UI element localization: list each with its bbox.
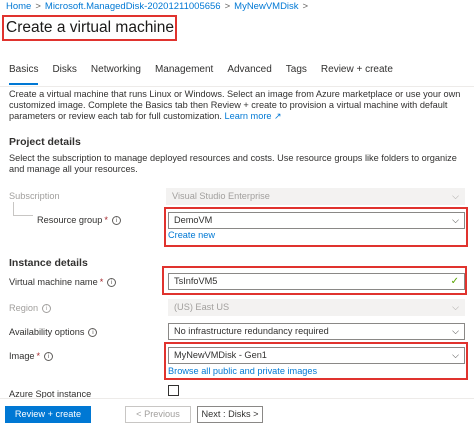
breadcrumb-separator: > <box>302 1 309 12</box>
external-link-icon: ↗ <box>274 111 282 122</box>
availability-select[interactable]: No infrastructure redundancy required ⌵ <box>168 323 465 340</box>
region-label-text: Region <box>9 303 39 313</box>
project-details-title: Project details <box>9 136 81 148</box>
subscription-label: Subscription <box>9 191 60 201</box>
tab-bar: Basics Disks Networking Management Advan… <box>9 63 407 87</box>
tab-management[interactable]: Management <box>155 63 213 85</box>
chevron-down-icon: ⌵ <box>452 302 459 312</box>
tab-basics[interactable]: Basics <box>9 63 39 85</box>
footer-divider <box>0 398 474 399</box>
review-create-button[interactable]: Review + create <box>5 406 91 423</box>
availability-value: No infrastructure redundancy required <box>174 326 329 336</box>
tab-disks[interactable]: Disks <box>52 63 76 85</box>
next-disks-button[interactable]: Next : Disks > <box>197 406 263 423</box>
page-title: Create a virtual machine <box>6 19 174 36</box>
region-select: (US) East US ⌵ <box>168 299 465 316</box>
info-icon[interactable]: i <box>88 328 98 338</box>
chevron-down-icon: ⌵ <box>452 326 459 336</box>
vm-name-highlight-box <box>162 266 467 295</box>
learn-more-link[interactable]: Learn more ↗ <box>225 111 282 121</box>
tab-advanced[interactable]: Advanced <box>227 63 271 85</box>
subscription-select: Visual Studio Enterprise ⌵ <box>166 188 465 205</box>
vm-name-label-text: Virtual machine name <box>9 277 98 287</box>
previous-button[interactable]: < Previous <box>125 406 191 423</box>
required-marker: * <box>36 351 41 361</box>
breadcrumb-home-link[interactable]: Home <box>6 1 31 12</box>
image-label: Image * i <box>9 351 54 362</box>
breadcrumb-disk-link[interactable]: Microsoft.ManagedDisk-20201211005656 <box>45 1 221 12</box>
tab-review-create[interactable]: Review + create <box>321 63 393 85</box>
instance-details-title: Instance details <box>9 257 88 269</box>
tab-networking[interactable]: Networking <box>91 63 141 85</box>
availability-label-text: Availability options <box>9 327 85 337</box>
breadcrumb-separator: > <box>35 1 41 12</box>
image-highlight-box <box>164 342 468 380</box>
resource-group-label: Resource group * i <box>37 215 121 226</box>
intro-description: Create a virtual machine that runs Linux… <box>9 89 469 123</box>
resource-group-highlight-box <box>164 207 468 247</box>
info-icon[interactable]: i <box>111 216 121 226</box>
info-icon[interactable]: i <box>44 352 54 362</box>
image-label-text: Image <box>9 351 35 361</box>
breadcrumb: Home > Microsoft.ManagedDisk-2020121100565… <box>6 1 312 12</box>
tab-tags[interactable]: Tags <box>286 63 307 85</box>
spot-instance-checkbox[interactable] <box>168 385 179 396</box>
required-marker: * <box>104 215 108 225</box>
availability-label: Availability options i <box>9 327 98 338</box>
region-label: Region i <box>9 303 52 314</box>
subscription-value: Visual Studio Enterprise <box>172 191 270 201</box>
breadcrumb-separator: > <box>224 1 231 12</box>
tree-connector <box>13 202 33 216</box>
tabs-divider <box>0 86 474 87</box>
required-marker: * <box>99 277 104 287</box>
breadcrumb-vmdisk-link[interactable]: MyNewVMDisk <box>234 1 298 12</box>
resource-group-label-text: Resource group <box>37 215 103 225</box>
region-value: (US) East US <box>174 302 230 312</box>
vm-name-label: Virtual machine name * i <box>9 277 117 288</box>
info-icon: i <box>42 304 52 314</box>
info-icon[interactable]: i <box>107 278 117 288</box>
chevron-down-icon: ⌵ <box>452 191 459 201</box>
learn-more-label: Learn more <box>224 111 272 122</box>
project-details-description: Select the subscription to manage deploy… <box>9 153 457 175</box>
